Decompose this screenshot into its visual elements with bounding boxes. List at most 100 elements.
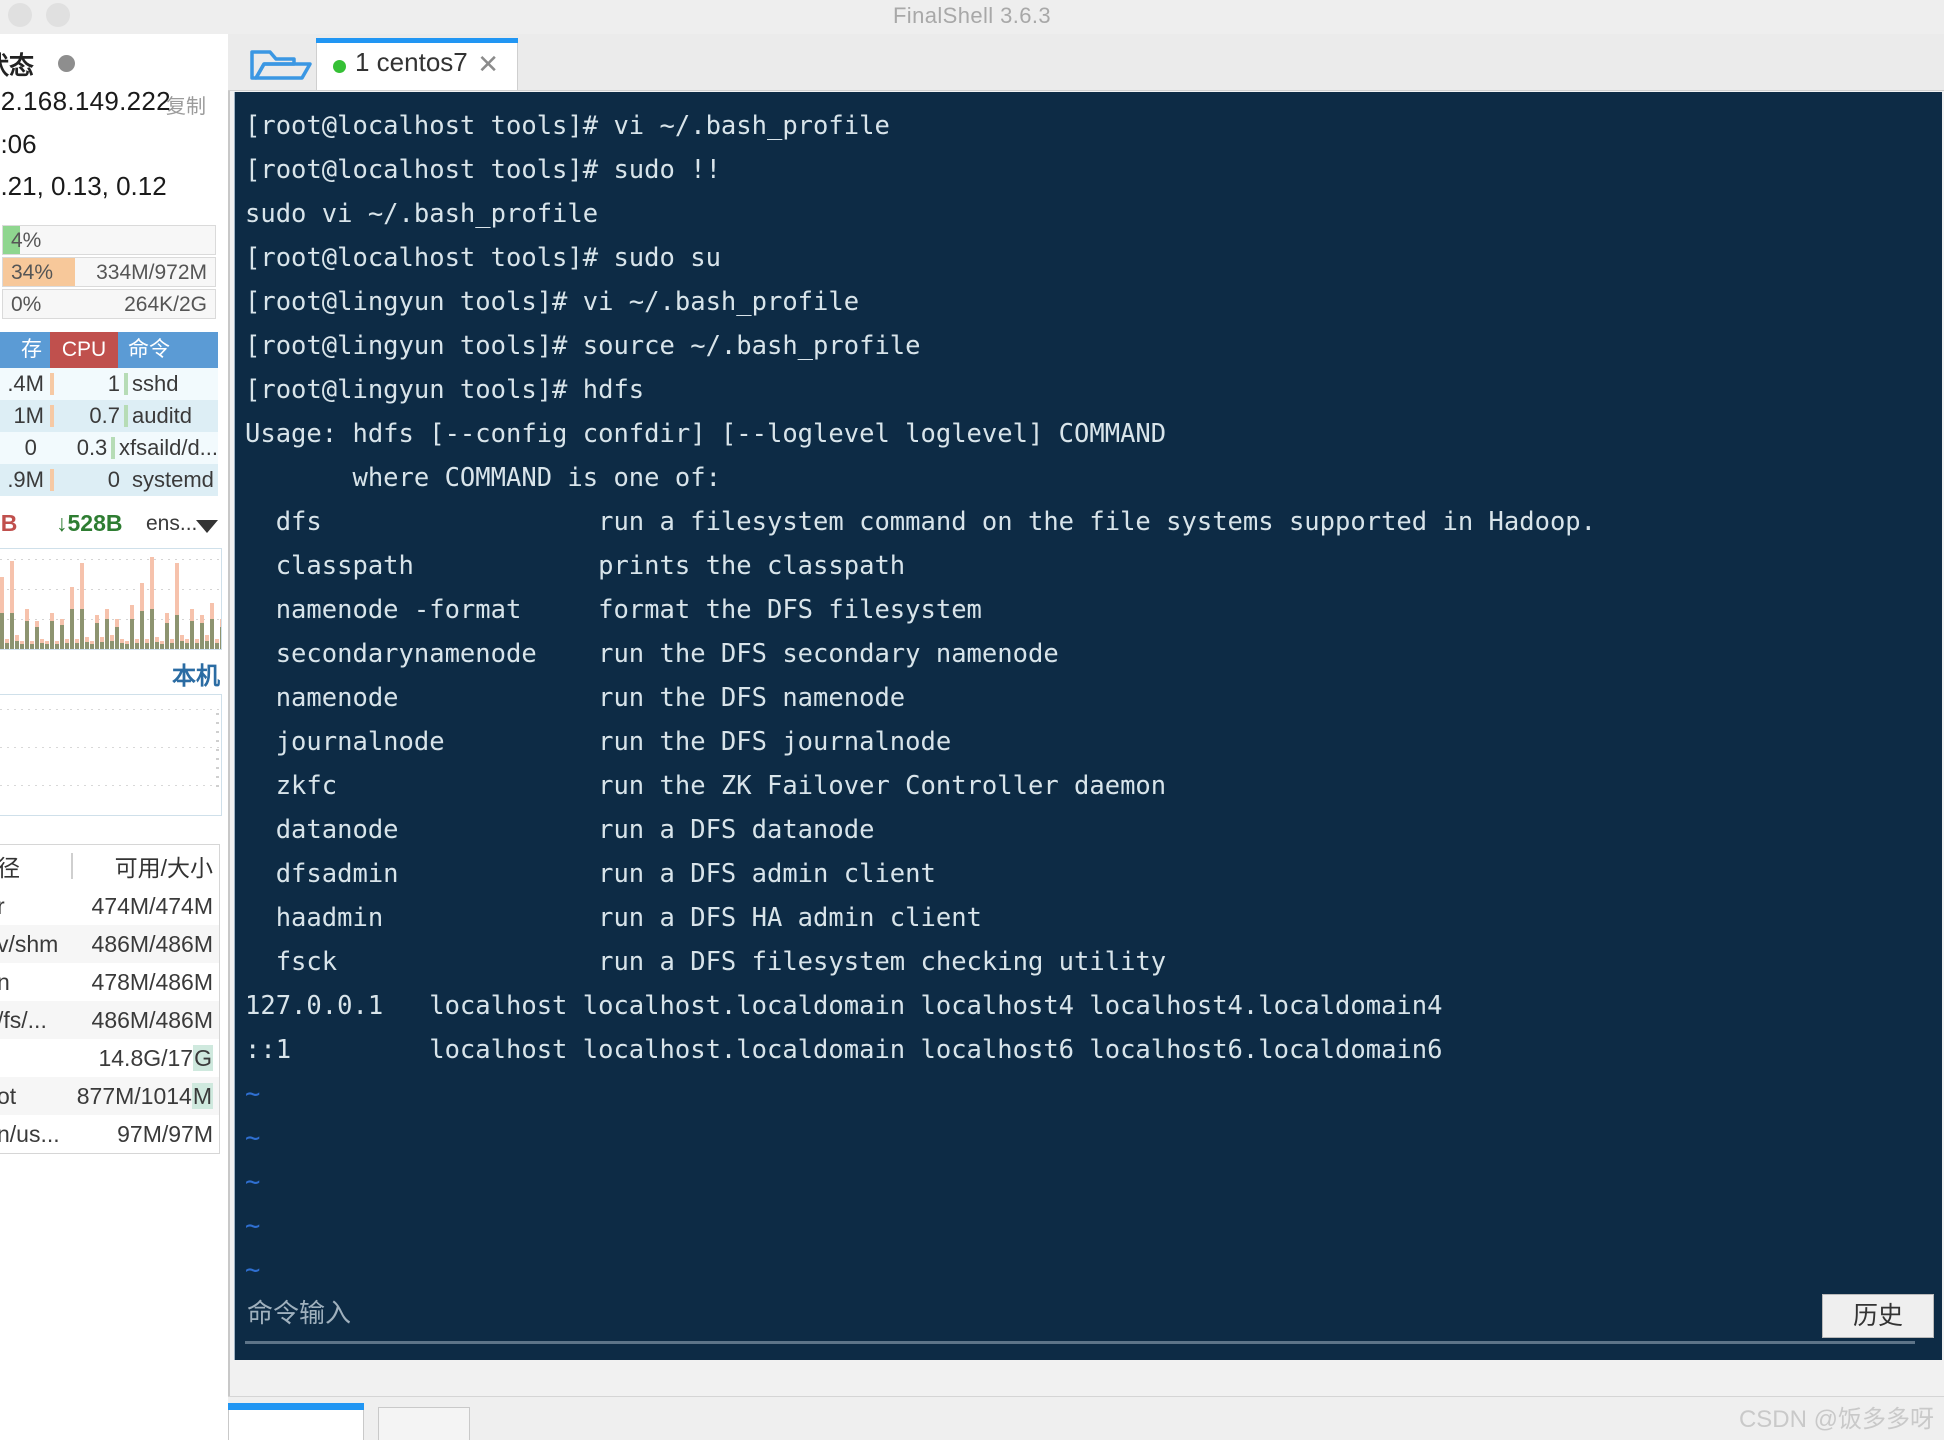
terminal-line: [root@lingyun tools]# hdfs <box>245 375 645 405</box>
network-chart-bars <box>0 549 221 649</box>
copy-ip-button[interactable]: 复制 <box>166 90 206 119</box>
disk-path: n <box>0 969 71 996</box>
network-chart-bar <box>155 637 159 649</box>
open-folder-icon[interactable] <box>244 40 320 88</box>
disk-size: 486M/486M <box>91 930 213 957</box>
network-chart-bar <box>185 639 189 649</box>
command-input[interactable]: 命令输入 <box>245 1295 1915 1344</box>
network-chart-bar <box>145 639 149 649</box>
terminal-line: sudo vi ~/.bash_profile <box>245 199 599 229</box>
network-chart-bar <box>15 635 19 649</box>
terminal-line: secondarynamenode run the DFS secondary … <box>245 639 1059 669</box>
disk-chart-axis-dots <box>216 713 219 793</box>
network-chart-bar <box>5 639 9 649</box>
disk-header-path: 径 <box>0 849 71 883</box>
network-chart-bar <box>220 619 221 649</box>
disk-row[interactable]: n/us... 97M/97M <box>0 1115 219 1153</box>
disk-size: 877M/1014M <box>76 1082 213 1109</box>
server-ip: 92.168.149.222 <box>0 86 171 116</box>
process-row[interactable]: 1M 0.7 auditd <box>0 400 218 432</box>
process-row[interactable]: .4M 1 sshd <box>0 368 218 400</box>
bottom-tab-secondary[interactable] <box>378 1407 470 1440</box>
network-chart-bar <box>10 561 14 649</box>
tab-label: 1 centos7 <box>355 47 468 77</box>
disk-row[interactable]: r 474M/474M <box>0 887 219 925</box>
terminal-line: fsck run a DFS filesystem checking utili… <box>245 947 1167 977</box>
disk-size: 478M/486M <box>91 968 213 995</box>
terminal-output-panel[interactable]: [root@localhost tools]# vi ~/.bash_profi… <box>234 92 1942 1360</box>
green-dot-icon <box>333 60 346 73</box>
process-row[interactable]: 0 0.3 xfsaild/d... <box>0 432 218 464</box>
network-chart-bar <box>70 587 74 649</box>
network-chart-bar <box>205 635 209 649</box>
cpu-usage-meter: 4% <box>2 225 216 255</box>
network-chart-bar <box>30 641 34 649</box>
process-rows: .4M 1 sshd 1M 0.7 auditd 0 0.3 xfsaild/d... .9M 0 s… <box>0 368 218 496</box>
disk-row[interactable]: ot 877M/1014M <box>0 1077 219 1115</box>
terminal-line: classpath prints the classpath <box>245 551 906 581</box>
process-memory: 1M <box>13 403 44 428</box>
process-cpu-bar <box>111 437 115 459</box>
network-chart-bar <box>100 637 104 649</box>
swap-meter-value: 264K/2G <box>124 293 207 316</box>
network-chart-bar <box>80 563 84 649</box>
disk-path: ot <box>0 1082 17 1109</box>
disk-size: 97M/97M <box>117 1120 213 1147</box>
network-upload-value: 6B <box>0 510 18 536</box>
window-title: FinalShell 3.6.3 <box>892 3 1052 28</box>
close-icon[interactable]: ✕ <box>477 49 499 80</box>
network-download-text: 528B <box>67 510 123 536</box>
memory-meter-value: 334M/972M <box>96 261 207 284</box>
terminal-scrollbar[interactable] <box>1934 92 1941 1360</box>
terminal-line: [root@localhost tools]# sudo !! <box>245 155 721 185</box>
terminal-line: datanode run a DFS datanode <box>245 815 875 845</box>
bottom-bar <box>228 1396 1944 1440</box>
network-chart-bar <box>50 613 54 649</box>
network-chart-bar <box>55 641 59 649</box>
bottom-tab-active[interactable] <box>228 1403 364 1440</box>
swap-usage-meter: 0% 264K/2G <box>2 289 216 319</box>
network-chart-bar <box>105 609 109 649</box>
chevron-down-icon[interactable] <box>196 520 218 533</box>
disk-io-chart <box>0 694 222 816</box>
process-table-header: 存 CPU 命令 <box>0 332 218 368</box>
network-chart-bar <box>200 615 204 649</box>
network-chart-bar <box>180 635 184 649</box>
disk-size-highlight: M <box>191 1082 213 1109</box>
process-cpu: 0.7 <box>89 403 120 428</box>
disk-row[interactable]: /fs/... 486M/486M <box>0 1001 219 1039</box>
cpu-meter-percent: 4% <box>11 229 42 252</box>
disk-size: 14.8G/17G <box>98 1044 213 1071</box>
terminal-line: 127.0.0.1 localhost localhost.localdomai… <box>245 991 1443 1021</box>
process-row[interactable]: .9M 0 systemd <box>0 464 218 496</box>
terminal-line: dfsadmin run a DFS admin client <box>245 859 936 889</box>
status-label: 状态 <box>0 52 35 80</box>
load-average-value: 0.21, 0.13, 0.12 <box>0 171 167 201</box>
vi-empty-line-marker: ~ <box>245 1211 261 1241</box>
status-row: 状态 <box>0 46 228 80</box>
disk-usage-table: 径 可用/大小 r 474M/474M v/shm 486M/486M n 478M/48… <box>0 844 220 1154</box>
tab-centos7[interactable]: 1 centos7 ✕ <box>316 38 518 90</box>
disk-path: r <box>0 893 71 920</box>
terminal-line: [root@localhost tools]# sudo su <box>245 243 721 273</box>
process-command: auditd <box>132 403 192 428</box>
network-chart-bar <box>160 641 164 649</box>
network-chart-bar <box>35 621 39 649</box>
terminal-text: [root@localhost tools]# vi ~/.bash_profi… <box>245 104 1942 1292</box>
disk-row[interactable]: v/shm 486M/486M <box>0 925 219 963</box>
process-header-cpu: CPU <box>50 332 118 368</box>
network-interface-selector[interactable]: ens... <box>146 512 197 536</box>
disk-row[interactable]: n 478M/486M <box>0 963 219 1001</box>
terminal-line: Usage: hdfs [--config confdir] [--loglev… <box>245 419 1167 449</box>
process-header-command: 命令 <box>128 338 170 361</box>
network-chart-bar <box>165 613 169 649</box>
process-command: xfsaild/d... <box>118 435 219 460</box>
process-command: sshd <box>132 371 179 396</box>
terminal-line: [root@lingyun tools]# vi ~/.bash_profile <box>245 287 860 317</box>
network-chart-bar <box>150 557 154 649</box>
title-bar: FinalShell 3.6.3 <box>0 0 1944 35</box>
disk-row[interactable]: 14.8G/17G <box>0 1039 219 1077</box>
history-button[interactable]: 历史 <box>1822 1294 1934 1338</box>
finalshell-window: FinalShell 3.6.3 状态 92.168.149.222 复制 2:… <box>0 0 1944 1440</box>
terminal-line: namenode -format format the DFS filesyst… <box>245 595 982 625</box>
